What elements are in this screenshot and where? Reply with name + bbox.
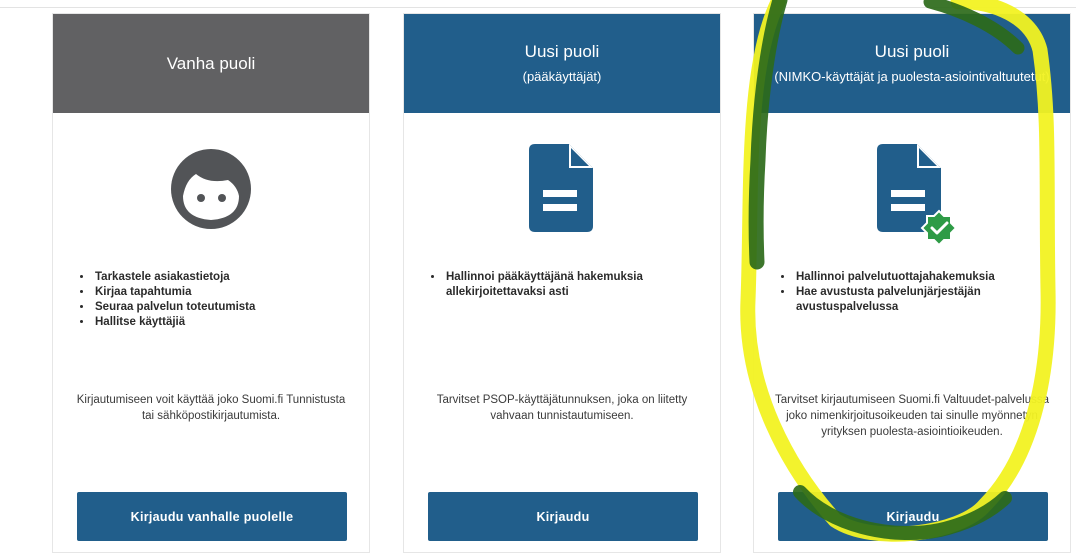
list-item: Hae avustusta palvelunjärjestäjän avustu… bbox=[794, 285, 1046, 315]
card-subtitle: (pääkäyttäjät) bbox=[522, 69, 602, 84]
feature-list: Hallinnoi palvelutuottajahakemuksia Hae … bbox=[778, 270, 1046, 315]
card-title: Uusi puoli bbox=[524, 42, 600, 61]
card-description: Tarvitset PSOP-käyttäjätunnuksen, joka o… bbox=[436, 394, 688, 422]
list-item: Hallinnoi pääkäyttäjänä hakemuksia allek… bbox=[444, 270, 696, 300]
list-item: Kirjaa tapahtumia bbox=[93, 285, 345, 300]
card-new-side-nimko: Uusi puoli (NIMKO-käyttäjät ja puolesta-… bbox=[753, 13, 1071, 553]
list-item: Seuraa palvelun toteutumista bbox=[93, 300, 345, 315]
document-icon bbox=[404, 144, 720, 244]
feature-list: Hallinnoi pääkäyttäjänä hakemuksia allek… bbox=[428, 270, 696, 300]
card-header: Vanha puoli bbox=[53, 14, 369, 113]
card-description: Tarvitset kirjautumiseen Suomi.fi Valtuu… bbox=[775, 394, 1049, 438]
card-description: Kirjautumiseen voit käyttää joko Suomi.f… bbox=[76, 394, 346, 422]
list-item: Hallitse käyttäjiä bbox=[93, 315, 345, 330]
card-old-side: Vanha puoli Tarkastele asiakastietoja Ki… bbox=[52, 13, 370, 553]
card-title: Uusi puoli bbox=[874, 42, 950, 61]
login-button[interactable]: Kirjaudu bbox=[778, 492, 1048, 541]
card-header: Uusi puoli (NIMKO-käyttäjät ja puolesta-… bbox=[754, 14, 1070, 113]
login-old-side-button[interactable]: Kirjaudu vanhalle puolelle bbox=[77, 492, 347, 541]
top-divider bbox=[0, 7, 1076, 8]
feature-list: Tarkastele asiakastietoja Kirjaa tapahtu… bbox=[77, 270, 345, 330]
document-check-icon bbox=[754, 144, 1070, 244]
face-icon bbox=[53, 144, 369, 244]
list-item: Tarkastele asiakastietoja bbox=[93, 270, 345, 285]
card-subtitle: (NIMKO-käyttäjät ja puolesta-asiointival… bbox=[774, 69, 1050, 84]
card-new-side-admins: Uusi puoli (pääkäyttäjät) Hallinnoi pääk… bbox=[403, 13, 721, 553]
card-title: Vanha puoli bbox=[166, 53, 256, 73]
card-header: Uusi puoli (pääkäyttäjät) bbox=[404, 14, 720, 113]
list-item: Hallinnoi palvelutuottajahakemuksia bbox=[794, 270, 1046, 285]
login-button[interactable]: Kirjaudu bbox=[428, 492, 698, 541]
